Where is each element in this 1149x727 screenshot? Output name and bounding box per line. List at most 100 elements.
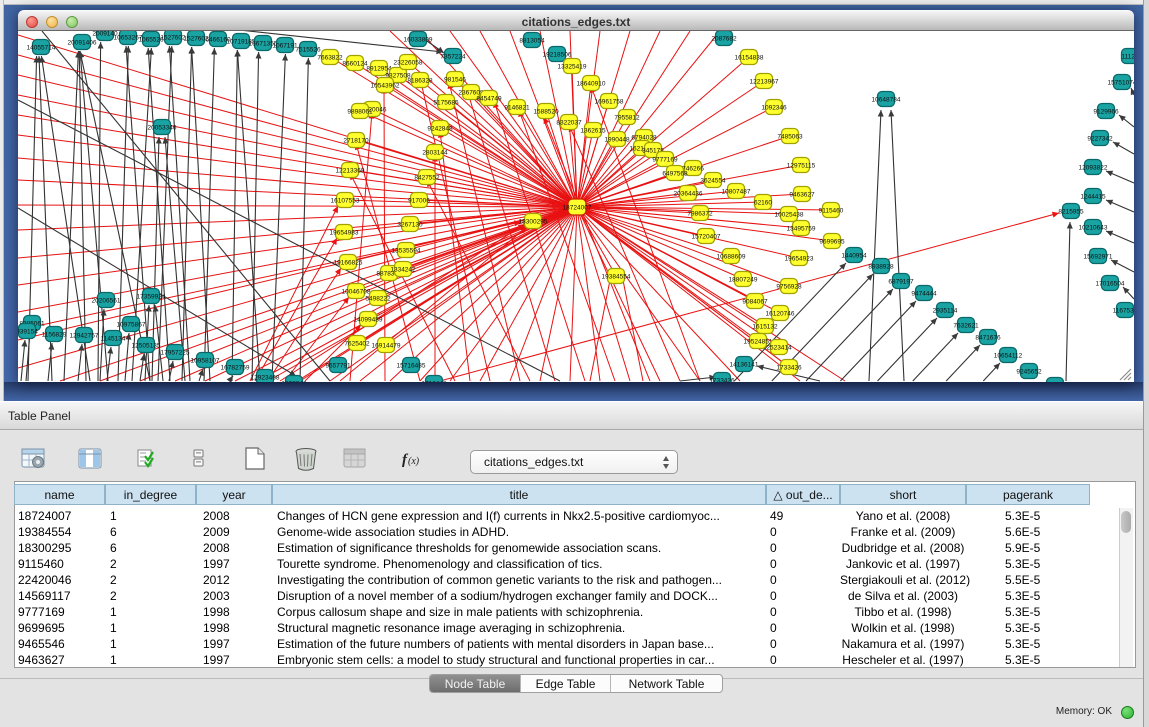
svg-text:17016504: 17016504 (1096, 281, 1125, 288)
svg-text:1588520: 1588520 (533, 109, 559, 116)
svg-text:16154838: 16154838 (735, 55, 764, 62)
svg-text:7515526: 7515526 (295, 47, 321, 54)
svg-text:62160: 62160 (754, 200, 772, 207)
svg-text:2087682: 2087682 (711, 36, 737, 43)
svg-text:1733426: 1733426 (709, 378, 735, 383)
svg-text:9657791: 9657791 (325, 363, 351, 370)
svg-text:19384554: 19384554 (602, 274, 631, 281)
svg-text:18640910: 18640910 (577, 81, 606, 88)
svg-text:10807487: 10807487 (722, 189, 751, 196)
svg-text:15720407: 15720407 (692, 234, 721, 241)
svg-text:9756928: 9756928 (776, 284, 802, 291)
svg-text:11125: 11125 (1121, 54, 1134, 61)
svg-text:10975867: 10975867 (117, 322, 146, 329)
svg-text:9227342: 9227342 (1087, 136, 1113, 143)
svg-text:2935114: 2935114 (933, 308, 958, 315)
svg-text:2523414: 2523414 (766, 345, 792, 352)
svg-text:14055714: 14055714 (27, 45, 56, 52)
svg-text:18807249: 18807249 (729, 277, 758, 284)
svg-text:19218506: 19218506 (543, 52, 572, 59)
svg-text:9084067: 9084067 (742, 299, 768, 306)
svg-text:6879197: 6879197 (888, 279, 914, 286)
svg-text:1244415: 1244415 (1080, 194, 1106, 201)
svg-text:1615132: 1615132 (752, 324, 778, 331)
svg-text:1440954: 1440954 (841, 253, 867, 260)
svg-text:9898061: 9898061 (347, 109, 373, 116)
svg-text:10688609: 10688609 (717, 254, 746, 261)
svg-text:14099489: 14099489 (354, 317, 383, 324)
svg-text:17359924: 17359924 (137, 294, 166, 301)
svg-text:9242848: 9242848 (427, 126, 453, 133)
svg-text:12213369: 12213369 (336, 168, 365, 175)
svg-text:10025438: 10025438 (775, 212, 804, 219)
svg-text:3267130: 3267130 (397, 222, 423, 229)
svg-text:1156829: 1156829 (42, 332, 67, 339)
svg-text:12975115: 12975115 (787, 163, 816, 170)
svg-text:9474444: 9474444 (911, 291, 937, 298)
svg-text:15751074: 15751074 (1108, 80, 1134, 87)
svg-text:1362615: 1362615 (580, 128, 606, 135)
svg-text:20053346: 20053346 (148, 125, 177, 132)
svg-text:12213967: 12213967 (750, 79, 779, 86)
svg-text:16033809: 16033809 (404, 37, 433, 44)
svg-text:12093822: 12093822 (1079, 165, 1108, 172)
svg-text:7955812: 7955812 (614, 115, 640, 122)
svg-text:7357224: 7357224 (440, 54, 466, 61)
svg-text:16107553: 16107553 (331, 198, 360, 205)
svg-text:1145134: 1145134 (101, 336, 126, 343)
svg-text:16782759: 16782759 (221, 365, 250, 372)
svg-text:2718170: 2718170 (343, 138, 369, 145)
svg-text:6497568: 6497568 (662, 171, 688, 178)
svg-text:1334242: 1334242 (390, 267, 416, 274)
svg-text:10648784: 10648784 (872, 97, 901, 104)
svg-text:10543962: 10543962 (371, 83, 400, 90)
svg-text:12923468: 12923468 (251, 375, 280, 382)
svg-text:8471676: 8471676 (975, 335, 1001, 342)
svg-text:13535594: 13535594 (392, 248, 421, 255)
svg-text:3624554: 3624554 (700, 178, 726, 185)
svg-text:5175685: 5175685 (433, 100, 459, 107)
svg-text:17957225: 17957225 (161, 350, 190, 357)
svg-text:16120746: 16120746 (766, 311, 795, 318)
svg-text:20091406: 20091406 (68, 40, 97, 47)
svg-text:16961758: 16961758 (595, 99, 624, 106)
svg-text:12942757: 12942757 (70, 333, 99, 340)
svg-text:8186328: 8186328 (407, 78, 433, 85)
svg-text:1733426: 1733426 (776, 365, 802, 372)
svg-text:8322037: 8322037 (556, 120, 582, 127)
svg-text:13325419: 13325419 (558, 64, 587, 71)
svg-text:9115460: 9115460 (819, 208, 844, 215)
svg-text:9146821: 9146821 (504, 105, 530, 112)
svg-text:15692971: 15692971 (1084, 254, 1113, 261)
svg-text:8215955: 8215955 (1058, 209, 1084, 216)
svg-text:8813054: 8813054 (519, 38, 545, 45)
svg-text:1292346: 1292346 (281, 381, 307, 383)
svg-text:1990448: 1990448 (604, 137, 630, 144)
svg-text:20206561: 20206561 (92, 298, 121, 305)
svg-text:939154: 939154 (18, 329, 38, 336)
svg-text:7485063: 7485063 (777, 134, 803, 141)
svg-text:10654112: 10654112 (994, 353, 1023, 360)
svg-text:1092346: 1092346 (761, 105, 787, 112)
svg-text:10046708: 10046708 (342, 289, 371, 296)
svg-text:917006: 917006 (408, 198, 430, 205)
svg-text:12505135: 12505135 (132, 343, 161, 350)
svg-text:9699695: 9699695 (819, 239, 845, 246)
svg-text:7625402: 7625402 (344, 341, 370, 348)
svg-text:1716448: 1716448 (421, 381, 447, 383)
svg-text:19654983: 19654983 (330, 230, 359, 237)
svg-text:(x): (x) (408, 456, 420, 467)
svg-text:8427552: 8427552 (414, 175, 440, 182)
svg-text:1167534: 1167534 (1113, 308, 1134, 315)
svg-text:5498222: 5498222 (365, 296, 391, 303)
svg-text:9777169: 9777169 (652, 157, 678, 164)
svg-text:1527602: 1527602 (160, 35, 186, 42)
svg-text:19654923: 19654923 (785, 256, 814, 263)
svg-text:9129966: 9129966 (1093, 109, 1119, 116)
svg-text:7632621: 7632621 (953, 323, 979, 330)
svg-text:7986372: 7986372 (687, 211, 713, 218)
svg-text:13495759: 13495759 (787, 226, 816, 233)
svg-text:18724007: 18724007 (563, 205, 592, 212)
svg-text:19166825: 19166825 (334, 260, 363, 267)
svg-text:15716485: 15716485 (397, 363, 426, 370)
